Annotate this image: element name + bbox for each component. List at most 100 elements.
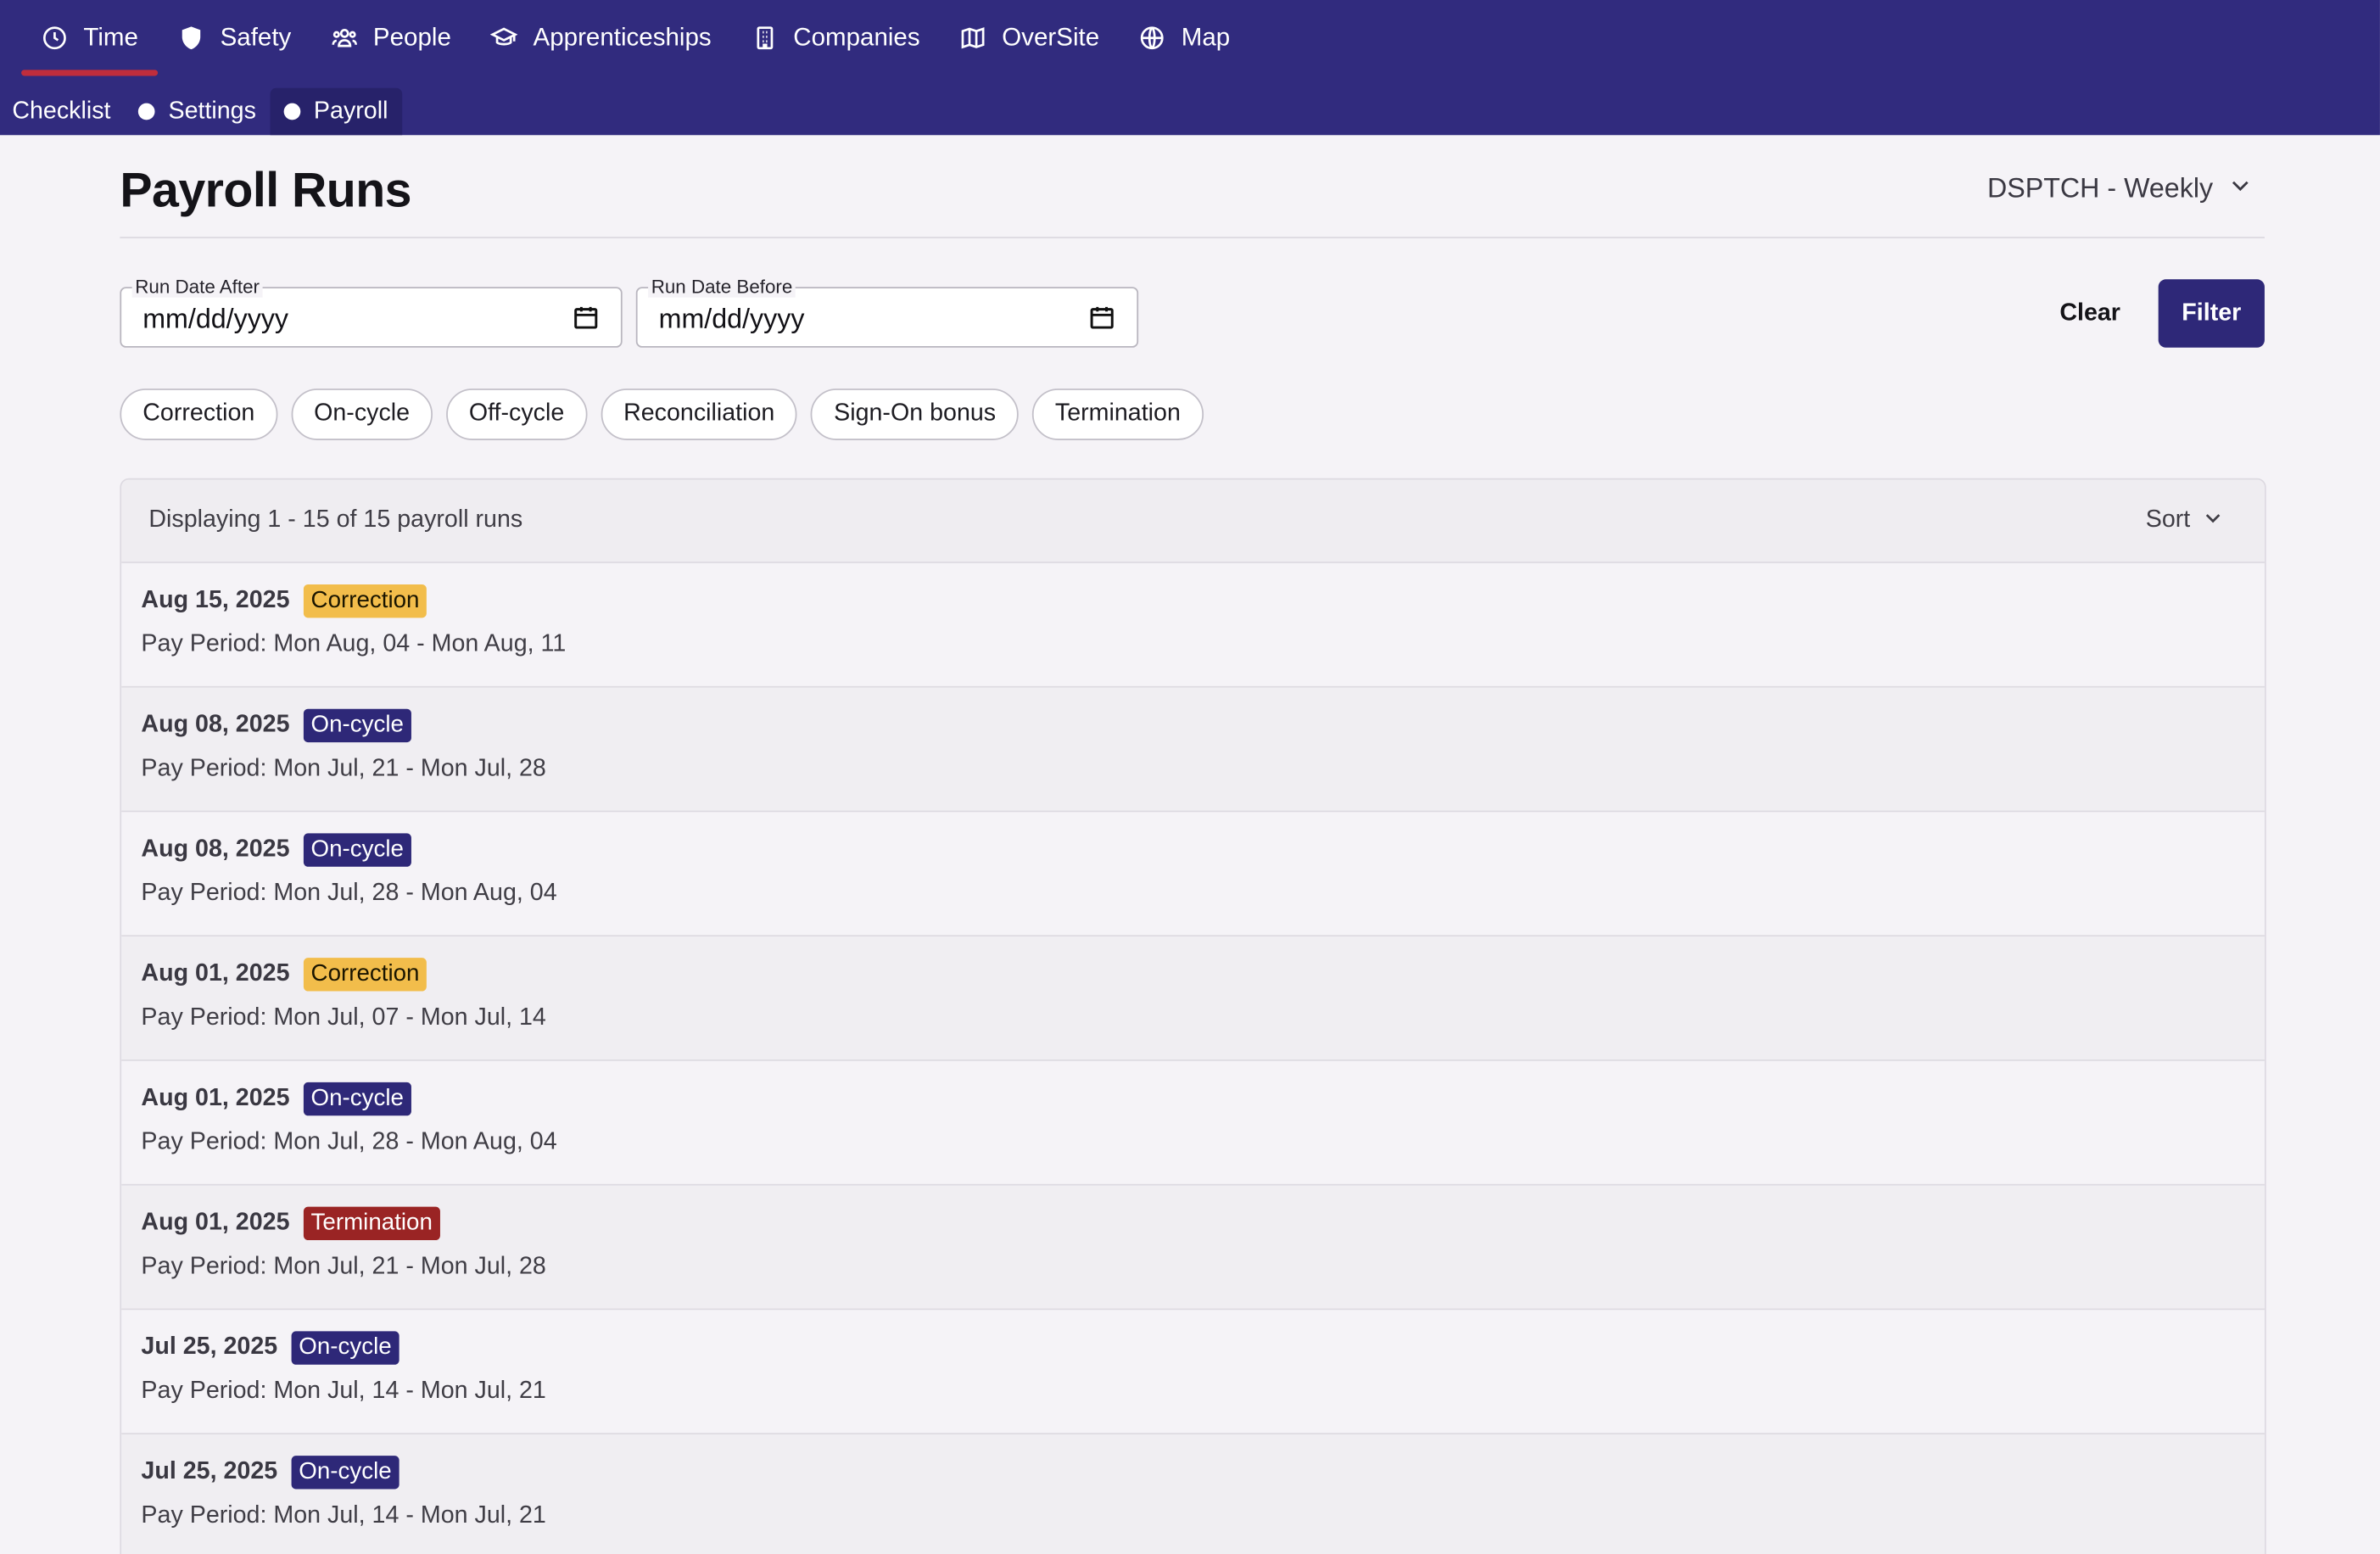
people-icon — [331, 25, 358, 52]
chip-reconciliation[interactable]: Reconciliation — [601, 388, 798, 440]
run-date: Aug 01, 2025 — [141, 1209, 290, 1235]
list-rows: Aug 15, 2025 Correction Pay Period: Mon … — [121, 562, 2265, 1554]
row-header: Aug 08, 2025 On-cycle — [141, 707, 2243, 742]
row-header: Aug 01, 2025 Correction — [141, 956, 2243, 991]
run-date-before-field[interactable]: Run Date Before mm/dd/yyyy — [635, 276, 1139, 348]
chip-sign-on-bonus[interactable]: Sign-On bonus — [811, 388, 1019, 440]
nav-item-map[interactable]: Map — [1119, 0, 1249, 75]
nav-item-label: People — [372, 23, 451, 51]
table-row[interactable]: Aug 01, 2025 Correction Pay Period: Mon … — [121, 936, 2265, 1061]
nav-item-label: Time — [83, 23, 138, 51]
nav-item-label: Apprenticeships — [533, 23, 712, 51]
graduation-cap-icon — [490, 25, 518, 52]
chevron-down-icon — [2203, 506, 2224, 535]
nav-item-label: Companies — [793, 23, 920, 51]
shield-icon — [177, 25, 204, 52]
pay-period: Pay Period: Mon Jul, 21 - Mon Jul, 28 — [141, 756, 546, 782]
nav-item-companies[interactable]: Companies — [731, 0, 940, 75]
type-badge: On-cycle — [303, 832, 411, 866]
chip-correction[interactable]: Correction — [120, 388, 278, 440]
calendar-icon[interactable] — [573, 304, 600, 331]
results-count: Displaying 1 - 15 of 15 payroll runs — [148, 506, 523, 534]
map-fold-icon — [959, 25, 986, 52]
app-root: Time Safety People Apprenticeships Compa… — [0, 0, 2380, 1554]
run-date-after-label: Run Date After — [131, 276, 263, 298]
run-date-after-field[interactable]: Run Date After mm/dd/yyyy — [120, 276, 623, 348]
nav-item-label: Map — [1181, 23, 1231, 51]
dot-icon — [137, 103, 155, 120]
run-date: Aug 01, 2025 — [141, 959, 290, 987]
run-date-after-input[interactable]: mm/dd/yyyy — [142, 304, 288, 336]
header-divider — [120, 237, 2265, 238]
table-row[interactable]: Jul 25, 2025 On-cycle Pay Period: Mon Ju… — [121, 1434, 2265, 1554]
subnav-item-checklist[interactable]: Checklist — [0, 88, 125, 135]
chip-on-cycle[interactable]: On-cycle — [291, 388, 433, 440]
pay-period: Pay Period: Mon Jul, 28 - Mon Aug, 04 — [141, 1129, 557, 1155]
filter-button[interactable]: Filter — [2158, 279, 2265, 348]
subnav-item-payroll[interactable]: Payroll — [270, 87, 402, 136]
subnav-item-label: Settings — [168, 98, 256, 124]
type-badge: Correction — [303, 957, 427, 991]
run-date-before-input[interactable]: mm/dd/yyyy — [659, 304, 805, 336]
run-date: Aug 08, 2025 — [141, 711, 290, 737]
table-row[interactable]: Aug 08, 2025 On-cycle Pay Period: Mon Ju… — [121, 812, 2265, 937]
nav-item-safety[interactable]: Safety — [158, 0, 310, 75]
run-date-before-label: Run Date Before — [648, 276, 796, 298]
pay-period: Pay Period: Mon Jul, 07 - Mon Jul, 14 — [141, 1004, 546, 1031]
chevron-down-icon — [2228, 173, 2253, 205]
pay-period: Pay Period: Mon Jul, 28 - Mon Aug, 04 — [141, 880, 557, 907]
chip-off-cycle[interactable]: Off-cycle — [446, 388, 588, 440]
row-header: Jul 25, 2025 On-cycle — [141, 1454, 2243, 1489]
payroll-runs-list: Displaying 1 - 15 of 15 payroll runs Sor… — [120, 478, 2266, 1554]
nav-item-apprenticeships[interactable]: Apprenticeships — [471, 0, 731, 75]
table-row[interactable]: Jul 25, 2025 On-cycle Pay Period: Mon Ju… — [121, 1310, 2265, 1435]
nav-item-people[interactable]: People — [311, 0, 472, 75]
run-date: Jul 25, 2025 — [141, 1333, 278, 1360]
calendar-icon[interactable] — [1088, 304, 1115, 331]
list-header: Displaying 1 - 15 of 15 payroll runs Sor… — [121, 479, 2265, 563]
run-date: Jul 25, 2025 — [141, 1457, 278, 1484]
sort-button[interactable]: Sort — [2146, 506, 2224, 535]
type-badge: On-cycle — [291, 1455, 399, 1489]
pay-period: Pay Period: Mon Jul, 21 - Mon Jul, 28 — [141, 1254, 546, 1280]
row-header: Aug 15, 2025 Correction — [141, 583, 2243, 618]
table-row[interactable]: Aug 15, 2025 Correction Pay Period: Mon … — [121, 562, 2265, 688]
run-date: Aug 15, 2025 — [141, 586, 290, 613]
type-badge: On-cycle — [291, 1330, 399, 1364]
main-nav: Time Safety People Apprenticeships Compa… — [21, 0, 1249, 76]
row-header: Jul 25, 2025 On-cycle — [141, 1330, 2243, 1365]
table-row[interactable]: Aug 01, 2025 On-cycle Pay Period: Mon Ju… — [121, 1060, 2265, 1186]
sub-nav: Checklist Settings Payroll — [0, 87, 402, 136]
sort-label: Sort — [2145, 506, 2191, 534]
subnav-item-settings[interactable]: Settings — [125, 88, 270, 135]
run-date: Aug 01, 2025 — [141, 1084, 290, 1111]
top-navigation-bar: Time Safety People Apprenticeships Compa… — [0, 0, 2380, 136]
row-header: Aug 01, 2025 Termination — [141, 1205, 2243, 1240]
chip-termination[interactable]: Termination — [1032, 388, 1204, 440]
pay-period: Pay Period: Mon Jul, 14 - Mon Jul, 21 — [141, 1502, 546, 1529]
clock-icon — [41, 25, 68, 52]
company-select[interactable]: DSPTCH - Weekly — [1987, 173, 2253, 205]
type-badge: On-cycle — [303, 1082, 411, 1115]
globe-icon — [1139, 25, 1166, 52]
run-date: Aug 08, 2025 — [141, 836, 290, 862]
page-title: Payroll Runs — [120, 162, 411, 217]
pay-period: Pay Period: Mon Jul, 14 - Mon Jul, 21 — [141, 1378, 546, 1405]
type-filter-chips: Correction On-cycle Off-cycle Reconcilia… — [120, 388, 1204, 440]
row-header: Aug 08, 2025 On-cycle — [141, 832, 2243, 867]
table-row[interactable]: Aug 08, 2025 On-cycle Pay Period: Mon Ju… — [121, 687, 2265, 813]
nav-item-oversite[interactable]: OverSite — [940, 0, 1119, 75]
subnav-item-label: Payroll — [313, 98, 388, 124]
nav-item-label: OverSite — [1002, 23, 1100, 51]
dot-icon — [283, 103, 300, 120]
table-row[interactable]: Aug 01, 2025 Termination Pay Period: Mon… — [121, 1185, 2265, 1311]
clear-button[interactable]: Clear — [2040, 279, 2140, 348]
nav-item-time[interactable]: Time — [21, 0, 159, 76]
type-badge: Correction — [303, 584, 427, 618]
pay-period: Pay Period: Mon Aug, 04 - Mon Aug, 11 — [141, 631, 567, 657]
subnav-item-label: Checklist — [12, 98, 111, 124]
nav-item-label: Safety — [220, 23, 292, 51]
building-icon — [751, 25, 778, 52]
company-select-value: DSPTCH - Weekly — [1987, 173, 2214, 204]
type-badge: Termination — [303, 1205, 440, 1240]
